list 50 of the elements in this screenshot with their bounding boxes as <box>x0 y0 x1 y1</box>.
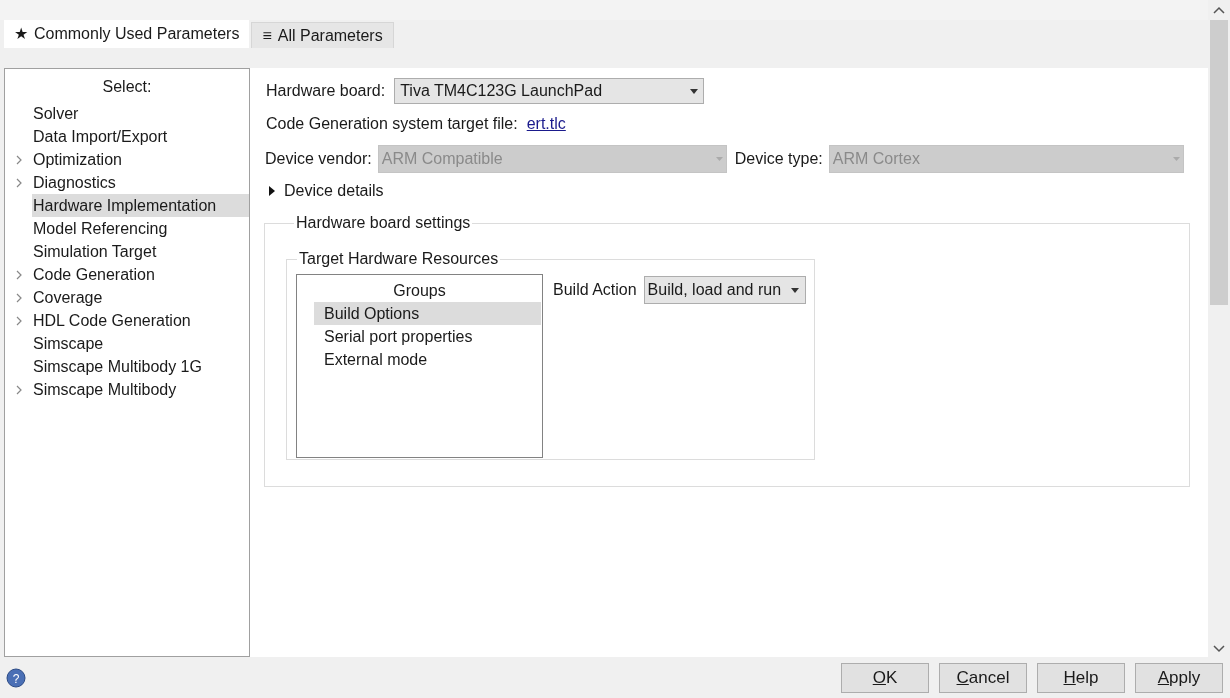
field-label: Hardware board: <box>266 81 386 101</box>
dialog-button[interactable]: Apply <box>1135 662 1223 693</box>
dialog-button[interactable]: Cancel <box>939 662 1027 693</box>
tree-item[interactable]: Simscape <box>32 332 249 355</box>
list-item[interactable]: Build Options <box>314 302 541 325</box>
tree-item[interactable]: Simscape Multibody 1G <box>32 355 249 378</box>
tab[interactable]: ≡ All Parameters <box>251 22 394 48</box>
list-item[interactable]: External mode <box>314 348 541 371</box>
tree-item[interactable]: Diagnostics <box>32 171 249 194</box>
scrollbar-thumb[interactable] <box>1210 20 1228 305</box>
field-label: Device type: <box>734 149 823 169</box>
list-header: Groups <box>392 281 447 301</box>
scroll-down-icon[interactable] <box>1213 645 1225 653</box>
caret-icon <box>791 287 800 293</box>
list-item[interactable]: Serial port properties <box>314 325 541 348</box>
dialog-button[interactable]: OK <box>841 662 929 693</box>
tree-item[interactable]: Simulation Target <box>32 240 249 263</box>
chevron-right-icon[interactable] <box>15 315 22 326</box>
chevron-right-icon[interactable] <box>15 177 22 188</box>
tree-item[interactable]: Simscape Multibody <box>32 378 249 401</box>
file-link[interactable]: ert.tlc <box>526 112 566 136</box>
tree-item[interactable]: Hardware Implementation <box>32 194 249 217</box>
tree-item[interactable]: Model Referencing <box>32 217 249 240</box>
scroll-up-icon[interactable] <box>1213 6 1225 14</box>
chevron-right-icon[interactable] <box>15 154 22 165</box>
caret-icon <box>690 88 699 94</box>
chevron-right-icon[interactable] <box>15 384 22 395</box>
caret-icon <box>715 157 723 161</box>
tree-item[interactable]: Code Generation <box>32 263 249 286</box>
help-icon[interactable]: ? <box>6 667 26 688</box>
caret-icon <box>1173 157 1180 161</box>
sidebar-title: Select: <box>101 77 153 97</box>
chevron-right-icon[interactable] <box>15 269 22 280</box>
chevron-right-icon[interactable] <box>15 292 22 303</box>
tree-item[interactable]: Coverage <box>32 286 249 309</box>
group-title: Target Hardware Resources <box>298 249 500 269</box>
group-title: Hardware board settings <box>295 213 472 233</box>
field-label: Device vendor: <box>265 149 372 169</box>
field-label: Code Generation system target file: <box>266 114 518 134</box>
disclosure-toggle[interactable]: Device details <box>265 180 384 202</box>
tree-item[interactable]: Data Import/Export <box>32 125 249 148</box>
dialog-button[interactable]: Help <box>1037 662 1125 693</box>
triangle-right-icon <box>269 186 275 196</box>
tree-item[interactable]: Optimization <box>32 148 249 171</box>
hardware-board-dropdown[interactable]: Tiva TM4C123G LaunchPad <box>394 78 705 104</box>
tab[interactable]: ★ Commonly Used Parameters <box>4 20 250 48</box>
build-action-dropdown[interactable]: Build, load and run <box>643 276 807 304</box>
field-label: Build Action <box>553 280 637 300</box>
tree-item[interactable]: HDL Code Generation <box>32 309 249 332</box>
tree-item[interactable]: Solver <box>32 102 249 125</box>
